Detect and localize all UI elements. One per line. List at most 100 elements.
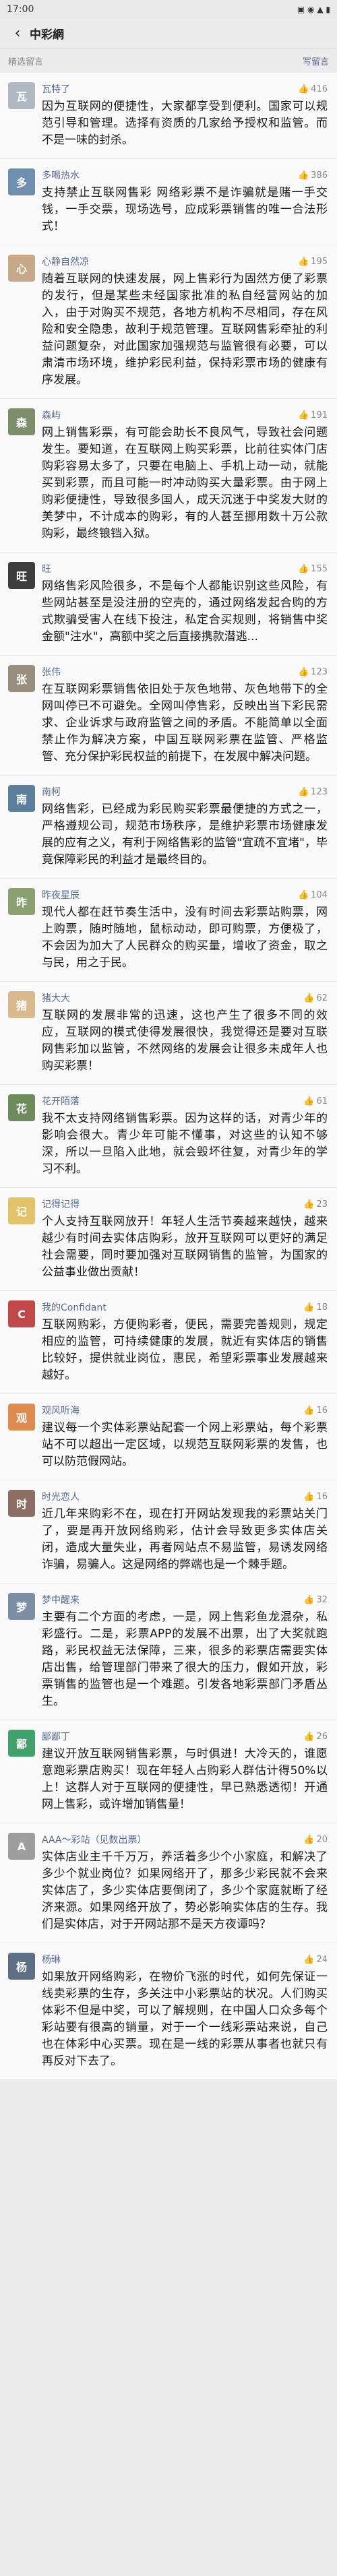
like-count: 32	[316, 1594, 328, 1605]
thumbs-up-icon: 👍	[303, 993, 315, 1003]
like-count: 24	[316, 1954, 328, 1965]
comment-item: 旺旺 👍 155 网络售彩风险很多，不是每个人都能识别这些风险，有些网站甚至是没注册的…	[0, 553, 337, 656]
comment-header: 心静自然凉 👍 195	[42, 255, 328, 268]
comment-body: 猪大大 👍 62 互联网的发展非常的迅速，这也产生了很多不同的效应，互联网的模式使得发…	[42, 991, 328, 1075]
like-button[interactable]: 👍 18	[303, 1302, 328, 1313]
featured-comments-label: 精选留言	[8, 57, 44, 67]
commenter-name: 鄙鄙丁	[42, 1732, 70, 1742]
comment-text: 随着互联网的快速发展，网上售彩行为固然方便了彩票的发行，但是某些未经国家批准的私…	[42, 272, 328, 387]
like-button[interactable]: 👍 155	[298, 564, 328, 574]
thumbs-up-icon: 👍	[297, 84, 309, 94]
comment-header: 花开陌落 👍 61	[42, 1094, 328, 1108]
avatar[interactable]: 记	[8, 1197, 35, 1224]
commenter-name: 杨琳	[42, 1955, 61, 1966]
comment-header: AAA～彩站（见数出票） 👍 20	[42, 1833, 328, 1846]
avatar[interactable]: 瓦	[8, 82, 35, 109]
like-button[interactable]: 👍 61	[303, 1096, 328, 1106]
comment-text: 在互联网彩票销售依旧处于灰色地带、灰色地带下的全网叫停已不可避免。全网叫停售彩，…	[42, 683, 328, 763]
comment-item: 张张伟 👍 123 在互联网彩票销售依旧处于灰色地带、灰色地带下的全网叫停已不可避免。…	[0, 656, 337, 776]
comment-text: 互联网的发展非常的迅速，这也产生了很多不同的效应，互联网的模式使得发展很快，我觉…	[42, 1009, 328, 1073]
comment-item: 梦梦中醒来 👍 32 主要有二个方面的考虑，一是，网上售彩鱼龙混杂，私彩盛行。二是，彩…	[0, 1583, 337, 1720]
avatar[interactable]: 观	[8, 1404, 35, 1431]
avatar[interactable]: 张	[8, 665, 35, 692]
like-button[interactable]: 👍 24	[303, 1955, 328, 1965]
commenter-name: 心静自然凉	[42, 257, 89, 268]
like-count: 123	[311, 666, 328, 677]
write-comment-link[interactable]: 写留言	[303, 55, 329, 67]
like-button[interactable]: 👍 32	[303, 1595, 328, 1605]
comment-body: 梦中醒来 👍 32 主要有二个方面的考虑，一是，网上售彩鱼龙混杂，私彩盛行。二是，彩票…	[42, 1593, 328, 1710]
like-count: 104	[311, 889, 328, 900]
like-count: 18	[316, 1302, 328, 1313]
comment-body: 鄙鄙丁 👍 26 建议开放互联网销售彩票，与时俱进！大冷天的，谁愿意跑彩票店购买！现在…	[42, 1730, 328, 1813]
comment-header: 梦中醒来 👍 32	[42, 1593, 328, 1606]
like-button[interactable]: 👍 104	[298, 890, 328, 900]
like-count: 195	[311, 256, 328, 267]
commenter-name: 记得记得	[42, 1199, 80, 1210]
like-button[interactable]: 👍 123	[298, 667, 328, 677]
commenter-name: 多喝热水	[42, 170, 80, 181]
avatar[interactable]: 森	[8, 408, 35, 435]
avatar[interactable]: 鄙	[8, 1730, 35, 1757]
like-button[interactable]: 👍 26	[303, 1732, 328, 1742]
comment-text: 实体店业主千千万万，养活着多少个小家庭，和解决了多少个就业岗位？如果网络开了，那…	[42, 1850, 328, 1931]
comment-body: 观风听海 👍 16 建议每一个实体彩票站配套一个网上彩票站，每个彩票站不可以超出一定区…	[42, 1404, 328, 1470]
comment-item: 观观风听海 👍 16 建议每一个实体彩票站配套一个网上彩票站，每个彩票站不可以超出一定…	[0, 1394, 337, 1480]
back-arrow-icon[interactable]: ‹	[8, 24, 27, 43]
avatar[interactable]: 心	[8, 255, 35, 282]
like-count: 416	[311, 84, 328, 94]
comment-body: 旺 👍 155 网络售彩风险很多，不是每个人都能识别这些风险，有些网站甚至是没注册的空…	[42, 562, 328, 646]
comment-header: 我的Confidant 👍 18	[42, 1300, 328, 1314]
avatar[interactable]: 梦	[8, 1593, 35, 1620]
avatar[interactable]: 多	[8, 168, 35, 195]
comment-header: 多喝热水 👍 386	[42, 168, 328, 182]
comment-body: 森屿 👍 191 网上销售彩票，有可能会助长不良风气，导致社会问题发生。要知道，在互联…	[42, 408, 328, 542]
comment-text: 建议开放互联网销售彩票，与时俱进！大冷天的，谁愿意跑彩票店购买！现在年轻人占购彩…	[42, 1747, 328, 1811]
like-button[interactable]: 👍 20	[303, 1835, 328, 1845]
comments-header: 精选留言 写留言	[0, 49, 337, 73]
thumbs-up-icon: 👍	[297, 563, 309, 574]
comment-body: 花开陌落 👍 61 我不太支持网络销售彩票。因为这样的话，对青少年的影响会很大。青少年…	[42, 1094, 328, 1178]
comment-body: 多喝热水 👍 386 支持禁止互联网售彩 网络彩票不是诈骗就是赌一手交钱，一手交票，现…	[42, 168, 328, 235]
comment-text: 主要有二个方面的考虑，一是，网上售彩鱼龙混杂，私彩盛行。二是，彩票APP的发展不…	[42, 1610, 328, 1708]
like-button[interactable]: 👍 123	[298, 787, 328, 797]
like-button[interactable]: 👍 16	[303, 1406, 328, 1416]
like-button[interactable]: 👍 195	[298, 257, 328, 267]
like-button[interactable]: 👍 386	[298, 170, 328, 181]
comment-item: 猪猪大大 👍 62 互联网的发展非常的迅速，这也产生了很多不同的效应，互联网的模式使得…	[0, 982, 337, 1085]
like-button[interactable]: 👍 62	[303, 993, 328, 1003]
avatar[interactable]: 杨	[8, 1953, 35, 1980]
comment-header: 时光恋人 👍 16	[42, 1490, 328, 1503]
comment-body: 张伟 👍 123 在互联网彩票销售依旧处于灰色地带、灰色地带下的全网叫停已不可避免。全…	[42, 665, 328, 765]
avatar[interactable]: 旺	[8, 562, 35, 589]
thumbs-up-icon: 👍	[303, 1199, 315, 1210]
comment-item: 森森屿 👍 191 网上销售彩票，有可能会助长不良风气，导致社会问题发生。要知道，在互…	[0, 399, 337, 553]
avatar[interactable]: 时	[8, 1490, 35, 1517]
like-button[interactable]: 👍 16	[303, 1492, 328, 1502]
avatar[interactable]: A	[8, 1833, 35, 1860]
like-button[interactable]: 👍 23	[303, 1199, 328, 1210]
avatar[interactable]: 猪	[8, 991, 35, 1018]
like-count: 155	[311, 563, 328, 574]
thumbs-up-icon: 👍	[303, 1491, 315, 1502]
thumbs-up-icon: 👍	[297, 170, 309, 181]
comment-item: 瓦瓦特了 👍 416 因为互联网的便捷性，大家都享受到便利。国家可以规范引导和管理。选…	[0, 73, 337, 159]
thumbs-up-icon: 👍	[297, 786, 309, 797]
avatar[interactable]: C	[8, 1300, 35, 1327]
page-title: 中彩網	[30, 28, 64, 42]
like-button[interactable]: 👍 191	[298, 410, 328, 420]
comment-text: 网上销售彩票，有可能会助长不良风气，导致社会问题发生。要知道，在互联网上购买彩票…	[42, 426, 328, 540]
commenter-name: 猪大大	[42, 993, 70, 1004]
comment-text: 网络售彩风险很多，不是每个人都能识别这些风险，有些网站甚至是没注册的空壳的，通过…	[42, 579, 328, 643]
comment-header: 森屿 👍 191	[42, 408, 328, 422]
comment-item: C 我的Confidant 👍 18 互联网购彩，方便购彩者，便民，需要完善规则，规定相…	[0, 1291, 337, 1394]
like-button[interactable]: 👍 416	[298, 84, 328, 94]
comment-body: 南柯 👍 123 网络售彩，已经成为彩民购买彩票最便捷的方式之一，严格遵规公司，规范市…	[42, 785, 328, 869]
commenter-name: 观风听海	[42, 1406, 80, 1416]
comment-item: 心心静自然凉 👍 195 随着互联网的快速发展，网上售彩行为固然方便了彩票的发行，但是…	[0, 245, 337, 399]
commenter-name: 时光恋人	[42, 1492, 80, 1503]
thumbs-up-icon: 👍	[303, 1594, 315, 1605]
avatar[interactable]: 花	[8, 1094, 35, 1121]
avatar[interactable]: 南	[8, 785, 35, 812]
avatar[interactable]: 昨	[8, 888, 35, 915]
